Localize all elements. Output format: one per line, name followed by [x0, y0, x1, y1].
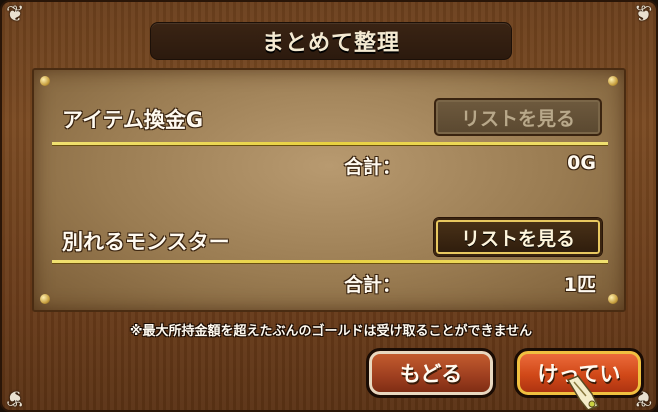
rivet-icon [40, 76, 50, 86]
pointer-hand-icon [566, 375, 600, 410]
item-total-value: 0G [567, 152, 596, 174]
item-total-label: 合計： [344, 156, 402, 178]
item-list-button[interactable]: リストを見る [434, 98, 602, 136]
gold-limit-notice: ※最大所持金額を超えたぶんのゴールドは受け取ることができません [129, 324, 533, 339]
back-button[interactable]: もどる [366, 348, 496, 398]
section-divider [52, 260, 608, 263]
title-bar: まとめて整理 [150, 22, 512, 60]
monster-total-label: 合計： [344, 274, 402, 296]
rivet-icon [608, 294, 618, 304]
item-exchange-label: アイテム換金G [62, 108, 204, 132]
corner-ornament-icon: ❦ [633, 2, 652, 27]
corner-ornament-icon: ❦ [6, 2, 25, 27]
rivet-icon [40, 294, 50, 304]
section-divider [52, 142, 608, 145]
content-panel: アイテム換金G リストを見る 合計： 0G 別れるモンスター リストを見る 合計… [32, 68, 626, 312]
corner-ornament-icon: ❦ [6, 385, 25, 410]
dialog-frame: ❦ ❦ ❦ ❦ まとめて整理 アイテム換金G リストを見る 合計： 0G 別れる… [0, 0, 658, 412]
dialog-title: まとめて整理 [261, 31, 400, 56]
rivet-icon [608, 76, 618, 86]
monster-list-button[interactable]: リストを見る [434, 218, 602, 256]
monster-total-value: 1匹 [563, 274, 596, 296]
monster-farewell-label: 別れるモンスター [62, 230, 230, 254]
